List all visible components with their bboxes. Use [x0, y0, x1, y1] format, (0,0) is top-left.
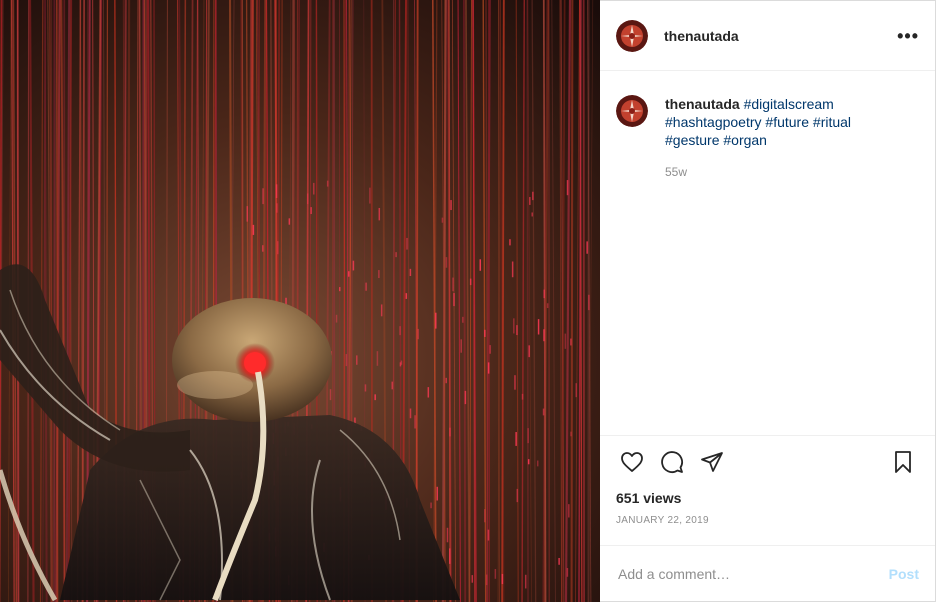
heart-icon[interactable] — [616, 446, 648, 478]
post-comment-button[interactable]: Post — [889, 566, 919, 582]
post-sidebar: thenautada ••• thenautada #digitalscream… — [600, 0, 936, 602]
caption-avatar[interactable] — [616, 95, 648, 127]
hashtag-link[interactable]: #ritual — [813, 114, 851, 130]
post-age[interactable]: 55w — [665, 163, 895, 181]
comment-input[interactable] — [616, 564, 889, 583]
username[interactable]: thenautada — [664, 28, 897, 44]
comments-area: thenautada #digitalscream #hashtagpoetry… — [600, 71, 935, 435]
add-comment-bar: Post — [600, 545, 935, 601]
paper-plane-icon[interactable] — [696, 446, 728, 478]
hashtag-link[interactable]: #hashtagpoetry — [665, 114, 762, 130]
hashtag-link[interactable]: #gesture — [665, 132, 719, 148]
avatar-image — [616, 95, 648, 127]
video-frame — [0, 0, 600, 602]
hashtag-link[interactable]: #future — [765, 114, 809, 130]
caption: thenautada #digitalscream #hashtagpoetry… — [665, 95, 895, 435]
post-date: JANUARY 22, 2019 — [616, 515, 709, 526]
hashtag-link[interactable]: #organ — [723, 132, 767, 148]
red-light — [244, 352, 266, 374]
avatar[interactable] — [616, 19, 648, 52]
hashtag-link[interactable]: #digitalscream — [744, 96, 834, 112]
post-header: thenautada ••• — [600, 1, 935, 71]
action-bar — [600, 435, 935, 487]
bookmark-icon[interactable] — [887, 446, 919, 478]
more-options-icon[interactable]: ••• — [897, 27, 919, 45]
post-media[interactable] — [0, 0, 600, 602]
avatar-image — [616, 19, 648, 52]
post-modal: thenautada ••• thenautada #digitalscream… — [0, 0, 936, 602]
comment-icon[interactable] — [656, 446, 688, 478]
view-count[interactable]: 651 views — [600, 487, 935, 509]
caption-username[interactable]: thenautada — [665, 96, 740, 112]
